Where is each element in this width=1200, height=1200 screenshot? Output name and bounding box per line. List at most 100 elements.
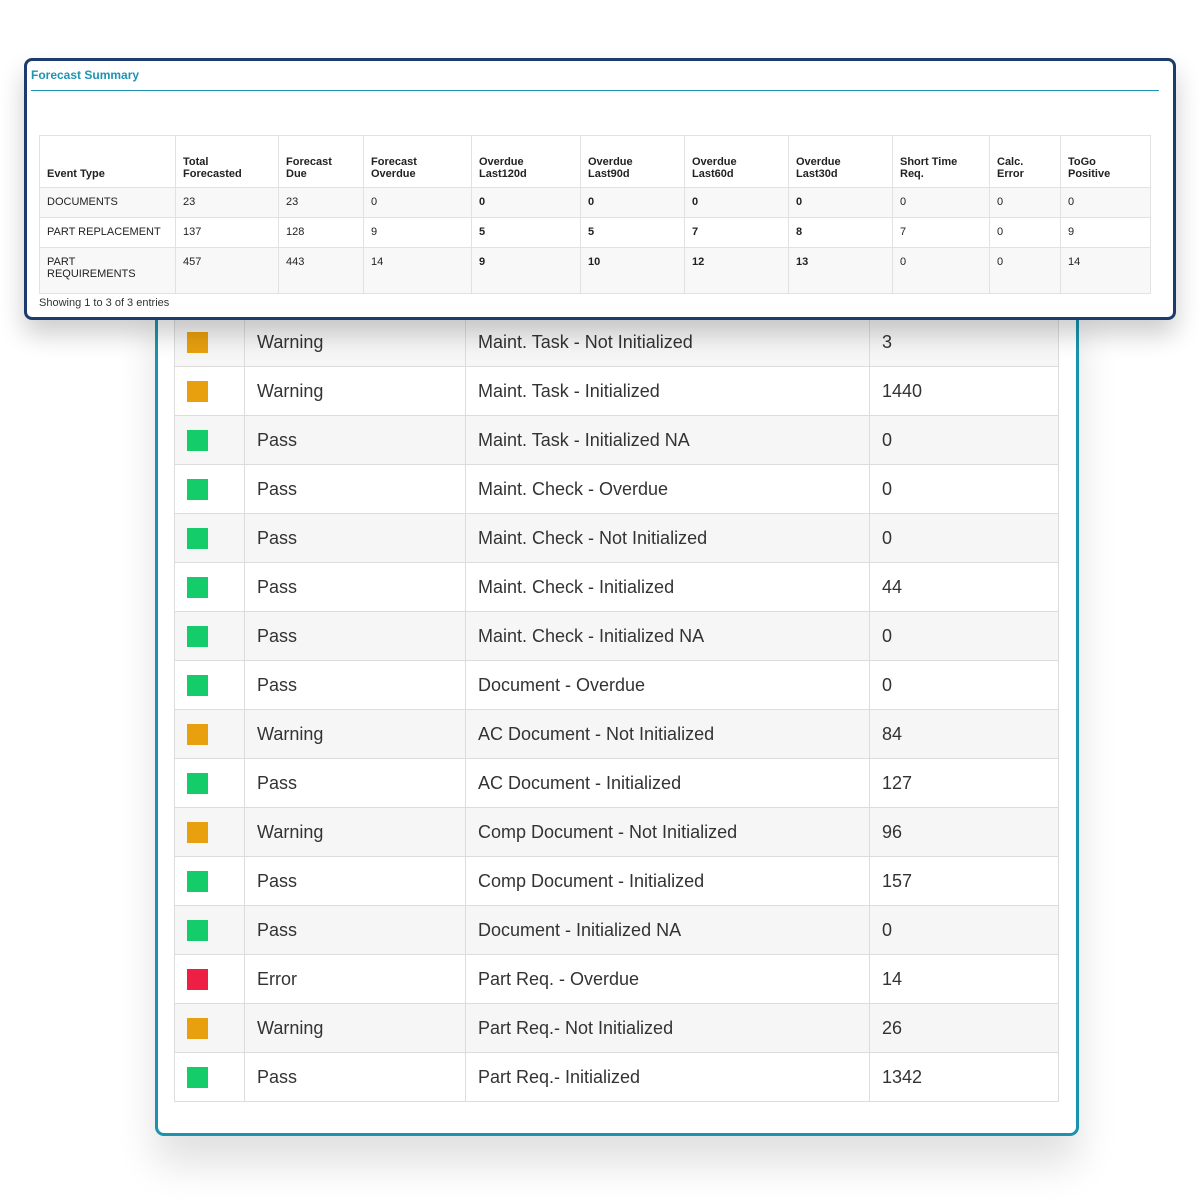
column-header-text: Overdue (479, 156, 524, 168)
status-row: Pass Part Req.- Initialized 1342 (174, 1052, 1059, 1102)
forecast-value-cell: 8 (788, 217, 893, 248)
forecast-value-cell: 9 (1060, 217, 1151, 248)
status-result: Pass (244, 758, 466, 808)
column-header[interactable]: Overdue Last30d (788, 135, 893, 188)
status-indicator-icon (187, 527, 208, 549)
check-name: Maint. Task - Not Initialized (465, 317, 870, 367)
forecast-value-cell: 0 (989, 217, 1061, 248)
check-name: Maint. Task - Initialized (465, 366, 870, 416)
check-name: Maint. Check - Initialized (465, 562, 870, 612)
column-header-text: Overdue (371, 168, 416, 180)
check-name: Maint. Check - Overdue (465, 464, 870, 514)
column-header[interactable]: ToGo Positive (1060, 135, 1151, 188)
column-header[interactable]: Short Time Req. (892, 135, 990, 188)
status-indicator-cell (174, 317, 245, 367)
column-header[interactable]: Forecast Overdue (363, 135, 472, 188)
column-header-text: Last60d (692, 168, 734, 180)
status-row: Pass Document - Overdue 0 (174, 660, 1059, 710)
status-indicator-cell (174, 709, 245, 759)
status-row: Pass Maint. Task - Initialized NA 0 (174, 415, 1059, 465)
status-indicator-cell (174, 1003, 245, 1053)
event-type-text: DOCUMENTS (47, 196, 118, 208)
status-indicator-cell (174, 660, 245, 710)
column-header[interactable]: Forecast Due (278, 135, 364, 188)
status-indicator-cell (174, 464, 245, 514)
status-indicator-cell (174, 513, 245, 563)
forecast-summary-table: Event Type Total Forecasted Forecast Due Fore… (39, 135, 1151, 294)
status-result: Pass (244, 562, 466, 612)
status-indicator-icon (187, 919, 208, 941)
check-count: 96 (869, 807, 1059, 857)
check-name: AC Document - Not Initialized (465, 709, 870, 759)
forecast-value-cell: 457 (175, 247, 279, 294)
check-name: Maint. Check - Not Initialized (465, 513, 870, 563)
forecast-value-cell: 0 (892, 187, 990, 218)
column-header[interactable]: Event Type (39, 135, 176, 188)
forecast-value-cell: 0 (989, 187, 1061, 218)
check-name: Comp Document - Not Initialized (465, 807, 870, 857)
status-result: Pass (244, 415, 466, 465)
check-name: Part Req. - Overdue (465, 954, 870, 1004)
column-header-text: Due (286, 168, 307, 180)
status-row: Warning AC Document - Not Initialized 84 (174, 709, 1059, 759)
status-result: Pass (244, 856, 466, 906)
event-type-cell: DOCUMENTS (39, 187, 176, 218)
status-indicator-cell (174, 758, 245, 808)
status-indicator-icon (187, 821, 208, 843)
check-count: 0 (869, 611, 1059, 661)
column-header-text: Last90d (588, 168, 630, 180)
event-type-text: PART REPLACEMENT (47, 226, 161, 238)
check-count: 0 (869, 415, 1059, 465)
column-header[interactable]: Overdue Last60d (684, 135, 789, 188)
check-name: Maint. Task - Initialized NA (465, 415, 870, 465)
forecast-value-cell: 14 (363, 247, 472, 294)
forecast-value-cell: 0 (892, 247, 990, 294)
status-row: Warning Part Req.- Not Initialized 26 (174, 1003, 1059, 1053)
event-type-cell: PART REQUIREMENTS (39, 247, 176, 294)
status-check-panel: Warning Maint. Task - Not Initialized 3 War… (155, 300, 1079, 1136)
forecast-value-cell: 23 (278, 187, 364, 218)
column-header-text: Short Time (900, 156, 958, 168)
status-indicator-cell (174, 562, 245, 612)
column-header[interactable]: Calc. Error (989, 135, 1061, 188)
status-indicator-icon (187, 723, 208, 745)
status-indicator-cell (174, 1052, 245, 1102)
status-check-table: Warning Maint. Task - Not Initialized 3 War… (174, 300, 1059, 1102)
check-count: 26 (869, 1003, 1059, 1053)
forecast-value-cell: 0 (989, 247, 1061, 294)
column-header-text: Error (997, 168, 1024, 180)
forecast-value-cell: 443 (278, 247, 364, 294)
status-indicator-icon (187, 331, 208, 353)
status-check-body: Warning Maint. Task - Not Initialized 3 War… (174, 300, 1059, 1102)
status-indicator-icon (187, 429, 208, 451)
status-indicator-icon (187, 478, 208, 500)
column-header[interactable]: Overdue Last120d (471, 135, 581, 188)
forecast-value-cell: 7 (892, 217, 990, 248)
check-name: Document - Initialized NA (465, 905, 870, 955)
forecast-value-cell: 5 (471, 217, 581, 248)
forecast-value-cell: 137 (175, 217, 279, 248)
check-count: 44 (869, 562, 1059, 612)
column-header-text: Overdue (796, 156, 841, 168)
status-indicator-cell (174, 611, 245, 661)
table-row: PART REQUIREMENTS 457 443 14 9 10 12 13 0 0 14 (39, 247, 1151, 294)
forecast-value-cell: 5 (580, 217, 685, 248)
status-indicator-cell (174, 807, 245, 857)
column-header[interactable]: Total Forecasted (175, 135, 279, 188)
status-indicator-icon (187, 1066, 208, 1088)
status-result: Warning (244, 366, 466, 416)
status-result: Pass (244, 905, 466, 955)
check-count: 84 (869, 709, 1059, 759)
column-header[interactable]: Overdue Last90d (580, 135, 685, 188)
check-count: 3 (869, 317, 1059, 367)
column-header-text: Calc. (997, 156, 1024, 168)
forecast-value-cell: 0 (684, 187, 789, 218)
status-result: Error (244, 954, 466, 1004)
status-row: Warning Maint. Task - Not Initialized 3 (174, 317, 1059, 367)
status-indicator-icon (187, 968, 208, 990)
forecast-value-cell: 9 (363, 217, 472, 248)
status-row: Pass Maint. Check - Not Initialized 0 (174, 513, 1059, 563)
status-indicator-cell (174, 905, 245, 955)
forecast-value-cell: 0 (363, 187, 472, 218)
status-indicator-icon (187, 1017, 208, 1039)
